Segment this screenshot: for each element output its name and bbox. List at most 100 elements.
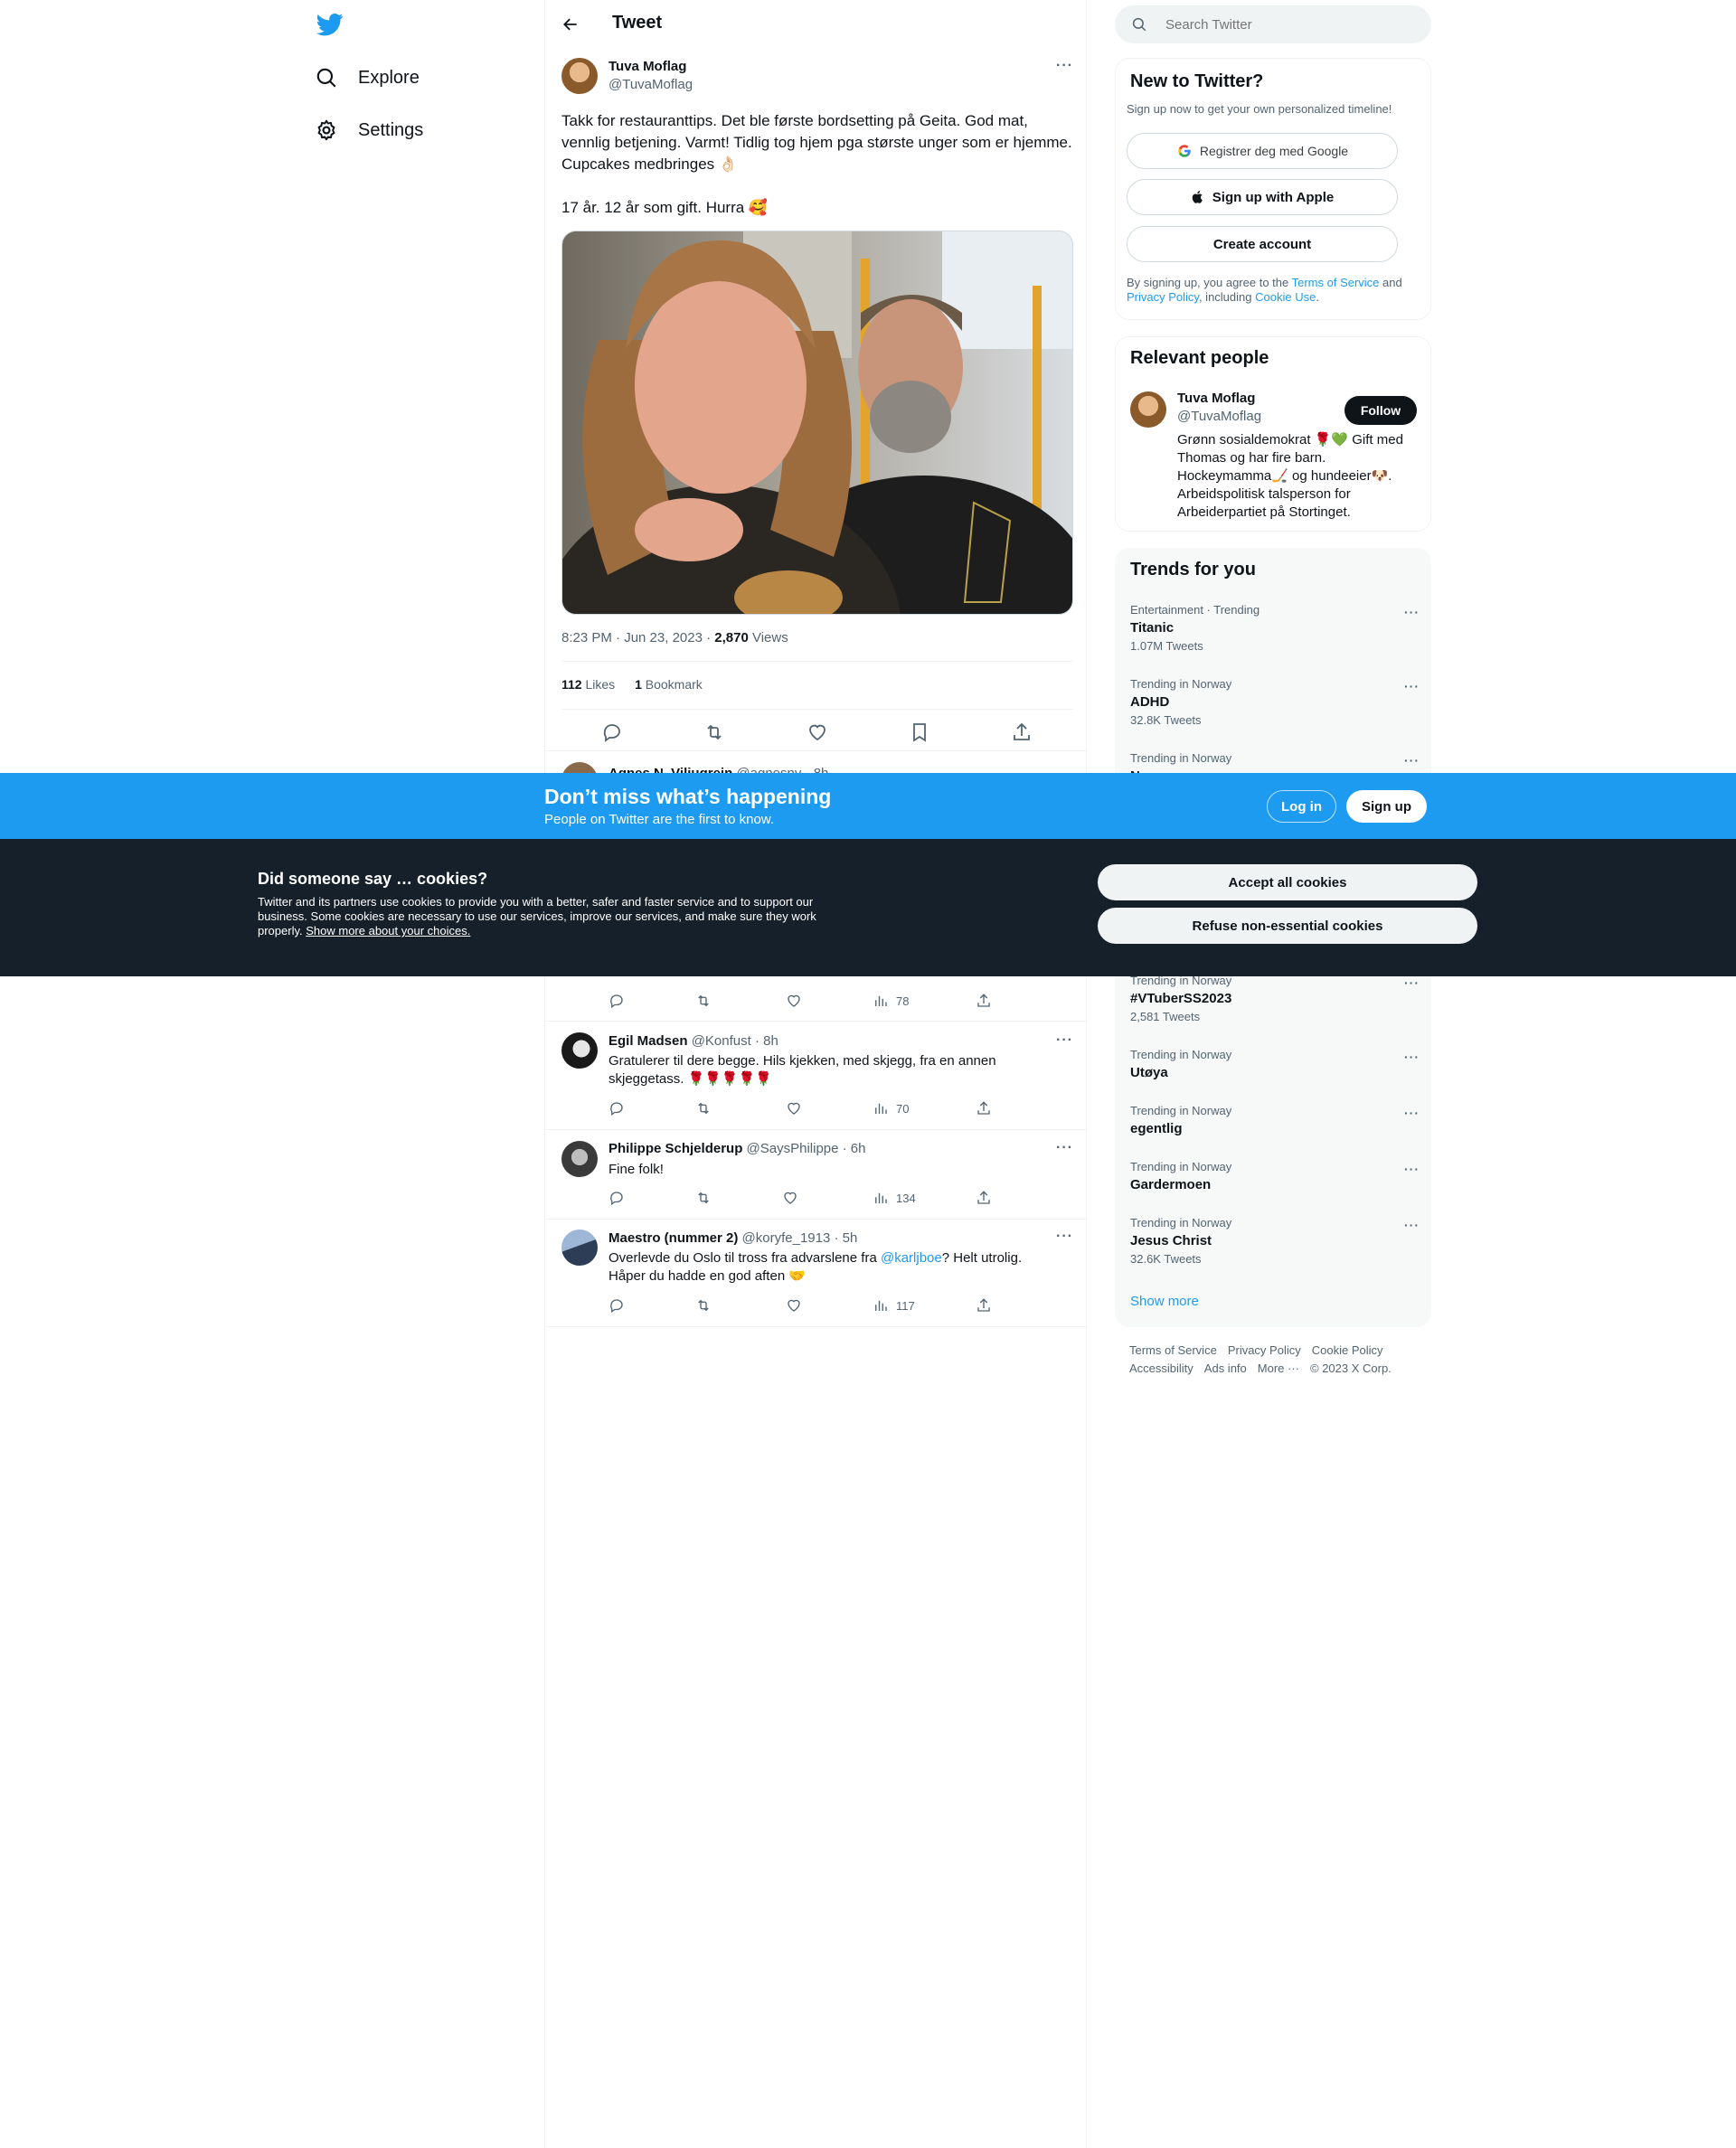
reply-icon[interactable] bbox=[601, 721, 623, 743]
accept-cookies-button[interactable]: Accept all cookies bbox=[1098, 864, 1477, 900]
nav-settings[interactable]: Settings bbox=[315, 112, 423, 148]
trend-item[interactable]: Trending in Norway ADHD 32.8K Tweets ··· bbox=[1130, 677, 1420, 727]
likes-link[interactable]: 112 Likes bbox=[561, 677, 615, 692]
reply-icon[interactable] bbox=[609, 1297, 625, 1314]
avatar[interactable] bbox=[561, 1141, 598, 1177]
trend-count: 2,581 Tweets bbox=[1130, 1010, 1201, 1023]
search-box[interactable] bbox=[1115, 5, 1431, 43]
nav-explore[interactable]: Explore bbox=[315, 60, 420, 96]
show-more-link[interactable]: Show more bbox=[1130, 1294, 1199, 1309]
views-count: 117 bbox=[896, 1298, 915, 1313]
reply-icon[interactable] bbox=[609, 993, 625, 1009]
apple-icon bbox=[1192, 191, 1203, 203]
trend-item[interactable]: Trending in Norway Jesus Christ 32.6K Twee… bbox=[1130, 1216, 1420, 1266]
views-button[interactable]: 117 bbox=[873, 1297, 915, 1314]
reply-icon[interactable] bbox=[609, 1190, 625, 1206]
mention-link[interactable]: @karljboe bbox=[881, 1250, 942, 1266]
more-icon[interactable]: ··· bbox=[1404, 975, 1420, 990]
terms-link[interactable]: Terms of Service bbox=[1292, 276, 1380, 289]
signup-button[interactable]: Sign up bbox=[1346, 790, 1427, 823]
author-name[interactable]: Tuva Moflag bbox=[609, 59, 686, 74]
back-button[interactable] bbox=[556, 10, 585, 39]
trend-count: 32.8K Tweets bbox=[1130, 713, 1202, 727]
heart-icon[interactable] bbox=[786, 1297, 802, 1314]
avatar[interactable] bbox=[561, 58, 598, 94]
heart-icon[interactable] bbox=[786, 993, 802, 1009]
footer-link[interactable]: Privacy Policy bbox=[1228, 1343, 1301, 1357]
views-button[interactable]: 134 bbox=[873, 1190, 916, 1206]
reply-author[interactable]: Philippe Schjelderup @SaysPhilippe · 6h bbox=[609, 1141, 866, 1156]
avatar[interactable] bbox=[561, 1032, 598, 1069]
footer-link[interactable]: Cookie Policy bbox=[1312, 1343, 1383, 1357]
retweet-icon[interactable] bbox=[695, 993, 712, 1009]
create-account-button[interactable]: Create account bbox=[1127, 226, 1398, 262]
reply-author-meta: @SaysPhilippe · 6h bbox=[742, 1141, 866, 1156]
google-signup-button[interactable]: Registrer deg med Google bbox=[1127, 133, 1398, 169]
views-button[interactable]: 78 bbox=[873, 993, 909, 1009]
relevant-handle[interactable]: @TuvaMoflag bbox=[1177, 409, 1261, 424]
copyright: © 2023 X Corp. bbox=[1310, 1361, 1392, 1375]
more-icon[interactable]: ··· bbox=[1404, 679, 1420, 693]
bookmark-icon[interactable] bbox=[909, 721, 930, 743]
share-icon[interactable] bbox=[976, 1100, 992, 1116]
reply-author-meta: @koryfe_1913 · 5h bbox=[738, 1230, 858, 1246]
tweet-photo[interactable] bbox=[561, 231, 1073, 615]
trend-item[interactable]: Trending in Norway egentlig ··· bbox=[1130, 1104, 1420, 1136]
trend-item[interactable]: Trending in Norway Gardermoen ··· bbox=[1130, 1160, 1420, 1192]
footer-link[interactable]: Accessibility bbox=[1129, 1361, 1194, 1375]
retweet-icon[interactable] bbox=[695, 1190, 712, 1206]
more-icon[interactable]: ··· bbox=[1404, 605, 1420, 619]
trend-item[interactable]: Trending in Norway Utøya ··· bbox=[1130, 1048, 1420, 1080]
share-icon[interactable] bbox=[976, 1297, 992, 1314]
twitter-logo-icon[interactable] bbox=[315, 11, 345, 38]
trend-item[interactable]: Entertainment · Trending Titanic 1.07M Twe… bbox=[1130, 603, 1420, 653]
more-icon[interactable]: ··· bbox=[1404, 1106, 1420, 1120]
photo-image bbox=[562, 231, 1072, 614]
footer-link[interactable]: Terms of Service bbox=[1129, 1343, 1217, 1357]
share-icon[interactable] bbox=[976, 993, 992, 1009]
relevant-title: Relevant people bbox=[1130, 348, 1269, 368]
reply-author-name: Philippe Schjelderup bbox=[609, 1141, 743, 1156]
trend-category: Trending in Norway bbox=[1130, 1104, 1232, 1117]
bar-chart-icon bbox=[875, 1300, 887, 1311]
refuse-cookies-button[interactable]: Refuse non-essential cookies bbox=[1098, 908, 1477, 944]
retweet-icon[interactable] bbox=[703, 721, 725, 743]
avatar[interactable] bbox=[561, 1229, 598, 1266]
heart-icon[interactable] bbox=[807, 721, 828, 743]
more-icon[interactable]: ··· bbox=[1404, 753, 1420, 768]
views-button[interactable]: 70 bbox=[873, 1100, 909, 1116]
follow-button[interactable]: Follow bbox=[1344, 396, 1417, 425]
relevant-name[interactable]: Tuva Moflag bbox=[1177, 391, 1255, 406]
tweet-time[interactable]: 8:23 PM · Jun 23, 2023 · bbox=[561, 630, 714, 645]
login-button[interactable]: Log in bbox=[1267, 790, 1336, 823]
reply-icon[interactable] bbox=[609, 1100, 625, 1116]
more-icon[interactable]: ··· bbox=[1056, 1229, 1073, 1245]
share-icon[interactable] bbox=[1011, 721, 1033, 743]
footer-link[interactable]: Ads info bbox=[1204, 1361, 1247, 1375]
share-icon[interactable] bbox=[976, 1190, 992, 1206]
more-icon[interactable]: ··· bbox=[1056, 1032, 1073, 1049]
heart-icon[interactable] bbox=[786, 1100, 802, 1116]
search-input[interactable] bbox=[1165, 16, 1401, 33]
trend-category: Trending in Norway bbox=[1130, 677, 1232, 691]
heart-icon[interactable] bbox=[782, 1190, 798, 1206]
bookmarks-link[interactable]: 1 Bookmark bbox=[635, 677, 703, 692]
retweet-icon[interactable] bbox=[695, 1100, 712, 1116]
more-icon[interactable]: ··· bbox=[1404, 1218, 1420, 1232]
footer-link[interactable]: More ··· bbox=[1258, 1361, 1299, 1375]
reply-author[interactable]: Egil Madsen @Konfust · 8h bbox=[609, 1033, 778, 1049]
avatar[interactable] bbox=[1130, 391, 1166, 428]
reply-author[interactable]: Maestro (nummer 2) @koryfe_1913 · 5h bbox=[609, 1230, 857, 1246]
apple-signup-button[interactable]: Sign up with Apple bbox=[1127, 179, 1398, 215]
more-icon[interactable]: ··· bbox=[1404, 1050, 1420, 1064]
more-icon[interactable]: ··· bbox=[1404, 1162, 1420, 1176]
trend-item[interactable]: Trending in Norway #VTuberSS2023 2,581 Twe… bbox=[1130, 974, 1420, 1023]
reply-actions: 134 bbox=[609, 1190, 1006, 1208]
more-icon[interactable]: ··· bbox=[1056, 58, 1073, 74]
retweet-icon[interactable] bbox=[695, 1297, 712, 1314]
cookie-choices-link[interactable]: Show more about your choices. bbox=[306, 924, 470, 937]
privacy-link[interactable]: Privacy Policy bbox=[1127, 290, 1199, 304]
cookie-use-link[interactable]: Cookie Use bbox=[1255, 290, 1316, 304]
author-handle[interactable]: @TuvaMoflag bbox=[609, 77, 693, 92]
more-icon[interactable]: ··· bbox=[1056, 1140, 1073, 1156]
